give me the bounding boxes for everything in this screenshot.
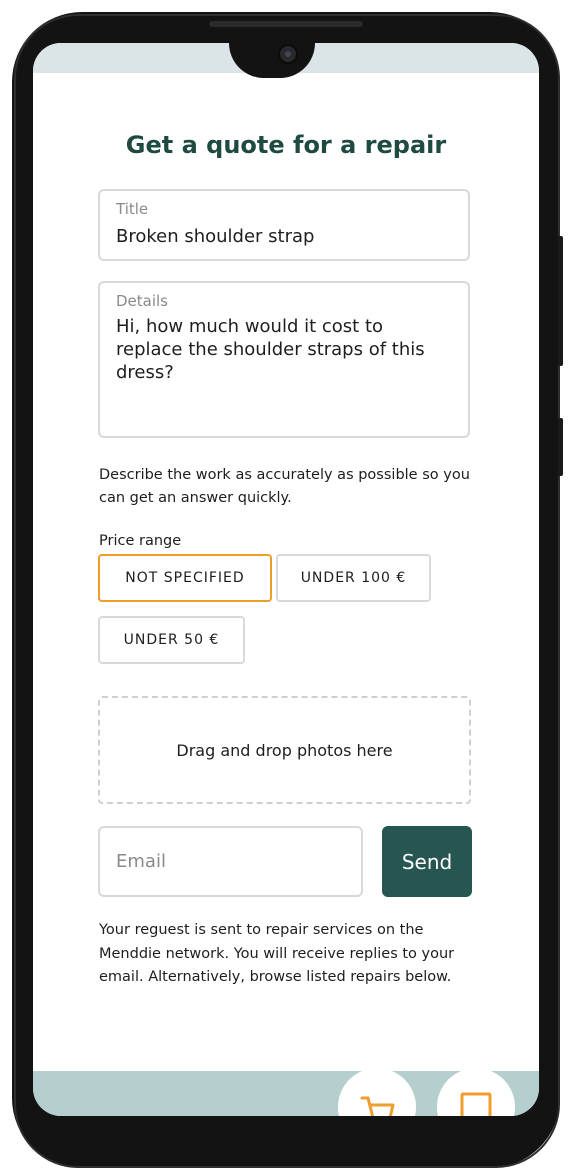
price-chip-not-specified[interactable]: NOT SPECIFIED (98, 554, 272, 602)
title-field-value: Broken shoulder strap (116, 226, 315, 247)
email-input[interactable] (98, 826, 363, 897)
details-field-value: Hi, how much would it cost to replace th… (116, 316, 425, 383)
cart-icon (360, 1096, 395, 1116)
volume-button (558, 236, 563, 366)
screen: Get a quote for a repair Title Broken sh… (33, 43, 539, 1116)
earpiece-speaker (209, 21, 363, 27)
title-field[interactable]: Title Broken shoulder strap (98, 189, 470, 261)
title-field-label: Title (116, 200, 149, 218)
request-notice: Your reguest is sent to repair services … (99, 922, 455, 985)
details-field-label: Details (116, 292, 169, 310)
photo-dropzone[interactable]: Drag and drop photos here (98, 696, 471, 804)
page-title: Get a quote for a repair (125, 131, 447, 159)
front-camera (278, 44, 298, 64)
power-button (558, 418, 563, 476)
dropzone-text: Drag and drop photos here (176, 740, 393, 760)
price-chip-under-100[interactable]: UNDER 100 € (276, 554, 431, 602)
description-hint: Describe the work as accurately as possi… (99, 467, 470, 506)
send-button[interactable]: Send (382, 826, 472, 897)
price-range-label: Price range (99, 533, 182, 549)
price-chip-under-50[interactable]: UNDER 50 € (98, 616, 245, 664)
cart-button[interactable] (338, 1068, 416, 1116)
details-field[interactable]: Details Hi, how much would it cost to re… (98, 281, 470, 438)
chat-button[interactable] (437, 1068, 515, 1116)
chat-icon (460, 1092, 492, 1116)
